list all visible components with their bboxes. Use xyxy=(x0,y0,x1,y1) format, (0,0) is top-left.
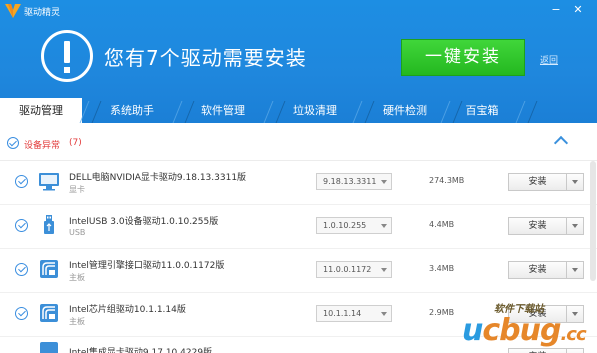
header-banner: 驱动精灵 − ✕ 您有7个驱动需要安装 一键安装 返回 驱动管理 系统助手 软件… xyxy=(0,0,597,123)
scrollbar[interactable] xyxy=(590,161,596,281)
install-button-group: 安装 xyxy=(508,173,584,191)
install-options-dropdown-icon[interactable] xyxy=(567,218,583,234)
monitor-icon xyxy=(39,173,59,191)
driver-name: Intel集成显卡驱动9.17.10.4229版 xyxy=(69,348,213,353)
version-value: 10.1.1.14 xyxy=(323,309,362,318)
motherboard-icon xyxy=(40,304,58,322)
chevron-down-icon xyxy=(381,268,387,272)
install-button-group: 安装 xyxy=(508,217,584,235)
driver-name: DELL电脑NVIDIA显卡驱动9.18.13.3311版 xyxy=(69,173,247,183)
install-options-dropdown-icon[interactable] xyxy=(567,174,583,190)
install-button[interactable]: 安装 xyxy=(509,174,567,190)
driver-size: 4.4MB xyxy=(429,220,455,229)
driver-category: USB xyxy=(69,228,86,237)
app-title: 驱动精灵 xyxy=(24,8,61,18)
tab-driver-management[interactable]: 驱动管理 xyxy=(0,98,82,123)
install-button[interactable]: 安装 xyxy=(509,262,567,278)
display-card-icon xyxy=(40,342,58,353)
version-select[interactable]: 10.1.1.14 xyxy=(316,305,392,322)
tab-software-management[interactable]: 软件管理 xyxy=(183,98,263,123)
tab-toolbox[interactable]: 百宝箱 xyxy=(448,98,516,123)
chevron-down-icon xyxy=(381,180,387,184)
driver-size: 2.9MB xyxy=(429,308,455,317)
version-select[interactable]: 11.0.0.1172 xyxy=(316,261,392,278)
section-title: 设备异常 xyxy=(24,141,61,151)
watermark-logo: 软件下载站 ucbug.cc xyxy=(462,298,597,353)
motherboard-icon xyxy=(40,260,58,278)
collapse-chevron-icon[interactable] xyxy=(553,135,569,151)
version-value: 1.0.10.255 xyxy=(323,221,367,230)
version-select[interactable]: 1.0.10.255 xyxy=(316,217,392,234)
install-options-dropdown-icon[interactable] xyxy=(567,262,583,278)
driver-category: 显卡 xyxy=(69,185,85,194)
tab-junk-cleanup[interactable]: 垃圾清理 xyxy=(275,98,355,123)
driver-size: 274.3MB xyxy=(429,176,465,185)
driver-name: IntelUSB 3.0设备驱动1.0.10.255版 xyxy=(69,217,219,227)
row-checkbox[interactable] xyxy=(15,263,28,276)
driver-size: 3.4MB xyxy=(429,264,455,273)
watermark-logo-text: ucbug.cc xyxy=(462,313,587,348)
row-checkbox[interactable] xyxy=(15,175,28,188)
page-headline: 您有7个驱动需要安装 xyxy=(104,46,307,70)
one-click-install-button[interactable]: 一键安装 xyxy=(401,39,525,76)
driver-row: IntelUSB 3.0设备驱动1.0.10.255版 USB 1.0.10.2… xyxy=(0,204,597,249)
title-bar: 驱动精灵 − ✕ xyxy=(0,0,597,22)
version-value: 9.18.13.3311 xyxy=(323,177,377,186)
driver-row: DELL电脑NVIDIA显卡驱动9.18.13.3311版 显卡 9.18.13… xyxy=(0,160,597,205)
driver-category: 主板 xyxy=(69,273,85,282)
driver-row: Intel管理引擎接口驱动11.0.0.1172版 主板 11.0.0.1172… xyxy=(0,248,597,293)
driver-category: 主板 xyxy=(69,317,85,326)
driver-name: Intel管理引擎接口驱动11.0.0.1172版 xyxy=(69,261,225,271)
app-logo-icon xyxy=(5,4,21,18)
install-button-group: 安装 xyxy=(508,261,584,279)
tab-hardware-detection[interactable]: 硬件检测 xyxy=(363,98,447,123)
row-checkbox[interactable] xyxy=(15,307,28,320)
usb-icon xyxy=(44,215,54,234)
close-icon[interactable]: ✕ xyxy=(570,3,586,17)
minimize-icon[interactable]: − xyxy=(548,3,564,17)
section-count: (7) xyxy=(69,138,82,148)
install-button[interactable]: 安装 xyxy=(509,218,567,234)
tab-system-assistant[interactable]: 系统助手 xyxy=(92,98,172,123)
version-value: 11.0.0.1172 xyxy=(323,265,372,274)
section-select-checkbox[interactable] xyxy=(7,137,19,149)
row-checkbox[interactable] xyxy=(15,219,28,232)
chevron-down-icon xyxy=(381,224,387,228)
version-select[interactable]: 9.18.13.3311 xyxy=(316,173,392,190)
driver-name: Intel芯片组驱动10.1.1.14版 xyxy=(69,305,186,315)
warning-icon xyxy=(41,30,93,82)
main-tabs: 驱动管理 系统助手 软件管理 垃圾清理 硬件检测 百宝箱 xyxy=(0,98,597,123)
device-abnormal-section-header[interactable]: 设备异常 (7) xyxy=(0,123,597,161)
back-link[interactable]: 返回 xyxy=(540,53,558,66)
chevron-down-icon xyxy=(381,312,387,316)
